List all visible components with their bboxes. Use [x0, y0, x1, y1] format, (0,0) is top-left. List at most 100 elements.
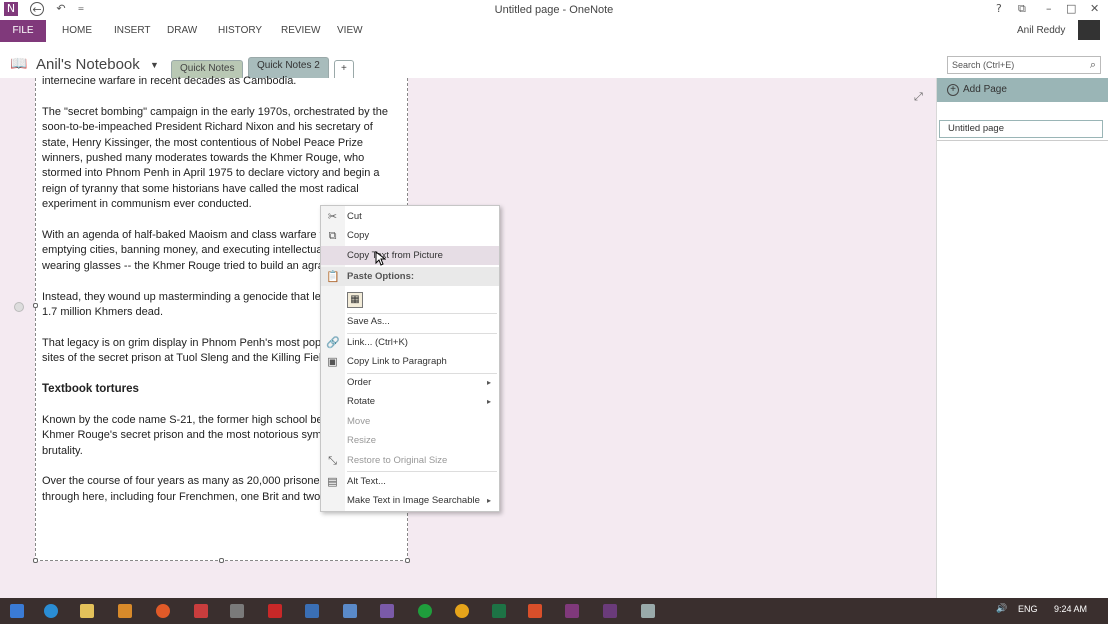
onenote-icon[interactable]	[603, 604, 617, 618]
notebook-icon: 📖	[10, 56, 28, 72]
excel-icon[interactable]	[492, 604, 506, 618]
viber-icon[interactable]	[380, 604, 394, 618]
app-icon[interactable]	[343, 604, 357, 618]
window-title: Untitled page - OneNote	[494, 4, 614, 16]
taskbar: ENG 9:24 AM 🔊	[0, 598, 1108, 624]
alt-text-icon: ▤	[327, 475, 338, 488]
menu-item-alt-text[interactable]: ▤ Alt Text...	[321, 472, 499, 491]
menu-item-move[interactable]: Move	[321, 412, 499, 431]
menu-label: Restore to Original Size	[347, 455, 448, 466]
resize-handle[interactable]	[219, 558, 224, 563]
note-paragraph: The "secret bombing" campaign in the ear…	[42, 105, 388, 211]
firefox-icon[interactable]	[156, 604, 170, 618]
page-item[interactable]: Untitled page	[939, 120, 1103, 138]
resize-handle[interactable]	[33, 303, 38, 308]
menu-item-make-text-searchable[interactable]: Make Text in Image Searchable ▸	[321, 491, 499, 510]
app-icon[interactable]	[268, 604, 282, 618]
search-placeholder: Search (Ctrl+E)	[952, 60, 1015, 70]
copy-icon: ⧉	[328, 229, 337, 242]
volume-icon[interactable]: 🔊	[996, 604, 1007, 614]
tab-history[interactable]: HISTORY	[218, 25, 262, 36]
menu-item-restore-original-size[interactable]: ⤡ Restore to Original Size	[321, 451, 499, 470]
search-icon[interactable]: ⌕	[1090, 58, 1096, 72]
app-icon[interactable]	[194, 604, 208, 618]
avatar[interactable]	[1078, 20, 1100, 40]
submenu-arrow-icon: ▸	[486, 496, 491, 505]
menu-item-link[interactable]: 🔗 Link... (Ctrl+K)	[321, 333, 499, 352]
maximize-icon[interactable]: □	[1066, 2, 1076, 15]
menu-item-resize[interactable]: Resize	[321, 431, 499, 450]
menu-label: Save As...	[347, 316, 390, 327]
add-page-icon: +	[947, 84, 959, 96]
tab-view[interactable]: VIEW	[337, 25, 363, 36]
chrome-icon[interactable]	[455, 604, 469, 618]
ribbon-tabs: FILE HOME INSERT DRAW HISTORY REVIEW VIE…	[0, 20, 1108, 42]
app-icon[interactable]	[118, 604, 132, 618]
menu-item-order[interactable]: Order ▸	[321, 373, 499, 392]
app-icon[interactable]	[418, 604, 432, 618]
context-menu: ✂ Cut ⧉ Copy Copy Text from Picture 📋 Pa…	[320, 205, 500, 512]
resize-handle[interactable]	[33, 558, 38, 563]
menu-label: Rotate	[347, 396, 375, 407]
tab-review[interactable]: REVIEW	[281, 25, 320, 36]
resize-handle[interactable]	[405, 558, 410, 563]
divider	[937, 140, 1108, 141]
menu-label: Resize	[347, 435, 377, 446]
add-page-label: Add Page	[963, 84, 1007, 95]
chevron-down-icon[interactable]: ▼	[150, 60, 159, 70]
menu-label: Alt Text...	[347, 476, 386, 487]
app-icon[interactable]	[641, 604, 655, 618]
help-icon[interactable]: ?	[996, 2, 1002, 15]
app-icon[interactable]	[230, 604, 244, 618]
app-icon[interactable]	[305, 604, 319, 618]
explorer-icon[interactable]	[80, 604, 94, 618]
ribbon-display-icon[interactable]: ⧉	[1018, 2, 1026, 16]
tab-home[interactable]: HOME	[62, 25, 92, 36]
menu-item-save-as[interactable]: Save As...	[321, 312, 499, 331]
menu-label: Make Text in Image Searchable	[347, 495, 480, 506]
menu-label: Copy Text from Picture	[347, 250, 443, 261]
menu-label: Copy	[347, 230, 370, 241]
menu-label: Paste Options:	[347, 271, 415, 282]
menu-label: Copy Link to Paragraph	[347, 356, 447, 367]
paste-picture-icon[interactable]: ▦	[347, 292, 363, 308]
user-name[interactable]: Anil Reddy	[1017, 25, 1065, 36]
notebook-name[interactable]: Anil's Notebook	[36, 56, 140, 73]
tab-insert[interactable]: INSERT	[114, 25, 151, 36]
ie-icon[interactable]	[44, 604, 58, 618]
minimize-icon[interactable]: –	[1046, 2, 1052, 15]
close-icon[interactable]: ✕	[1090, 2, 1099, 15]
scissors-icon: ✂	[327, 210, 338, 223]
add-page-button[interactable]: + Add Page	[937, 78, 1108, 102]
submenu-arrow-icon: ▸	[486, 378, 491, 387]
start-icon[interactable]	[10, 604, 24, 618]
page-list-pane: + Add Page Untitled page	[936, 78, 1108, 598]
app-icon[interactable]	[528, 604, 542, 618]
submenu-arrow-icon: ▸	[486, 397, 491, 406]
menu-label: Link... (Ctrl+K)	[347, 337, 408, 348]
mouse-cursor-icon	[375, 251, 386, 266]
link-icon: 🔗	[326, 336, 340, 349]
paragraph-handle[interactable]	[14, 302, 24, 312]
menu-item-rotate[interactable]: Rotate ▸	[321, 392, 499, 411]
link-paragraph-icon: ▣	[327, 355, 338, 368]
paste-options-header: 📋 Paste Options:	[321, 267, 499, 286]
tab-file[interactable]: FILE	[0, 20, 46, 42]
language-indicator[interactable]: ENG	[1018, 604, 1038, 614]
menu-label: Cut	[347, 211, 362, 222]
clock[interactable]: 9:24 AM	[1054, 604, 1087, 614]
tab-draw[interactable]: DRAW	[167, 25, 197, 36]
onenote-window: N ← ↶ = Untitled page - OneNote ? ⧉ – □ …	[0, 0, 1108, 624]
menu-item-cut[interactable]: ✂ Cut	[321, 207, 499, 226]
menu-item-copy-link-to-paragraph[interactable]: ▣ Copy Link to Paragraph	[321, 352, 499, 371]
search-input[interactable]: Search (Ctrl+E) ⌕	[947, 56, 1101, 74]
menu-label: Move	[347, 416, 371, 427]
restore-size-icon: ⤡	[328, 454, 337, 467]
menu-item-copy-text-from-picture[interactable]: Copy Text from Picture	[321, 246, 499, 265]
menu-item-copy[interactable]: ⧉ Copy	[321, 226, 499, 245]
note-paragraph: internecine warfare in recent decades as…	[42, 75, 297, 87]
menu-label: Order	[347, 377, 372, 388]
onenote-icon[interactable]	[565, 604, 579, 618]
expand-icon[interactable]: ⤢	[914, 90, 923, 104]
paste-icon: 📋	[326, 270, 340, 283]
